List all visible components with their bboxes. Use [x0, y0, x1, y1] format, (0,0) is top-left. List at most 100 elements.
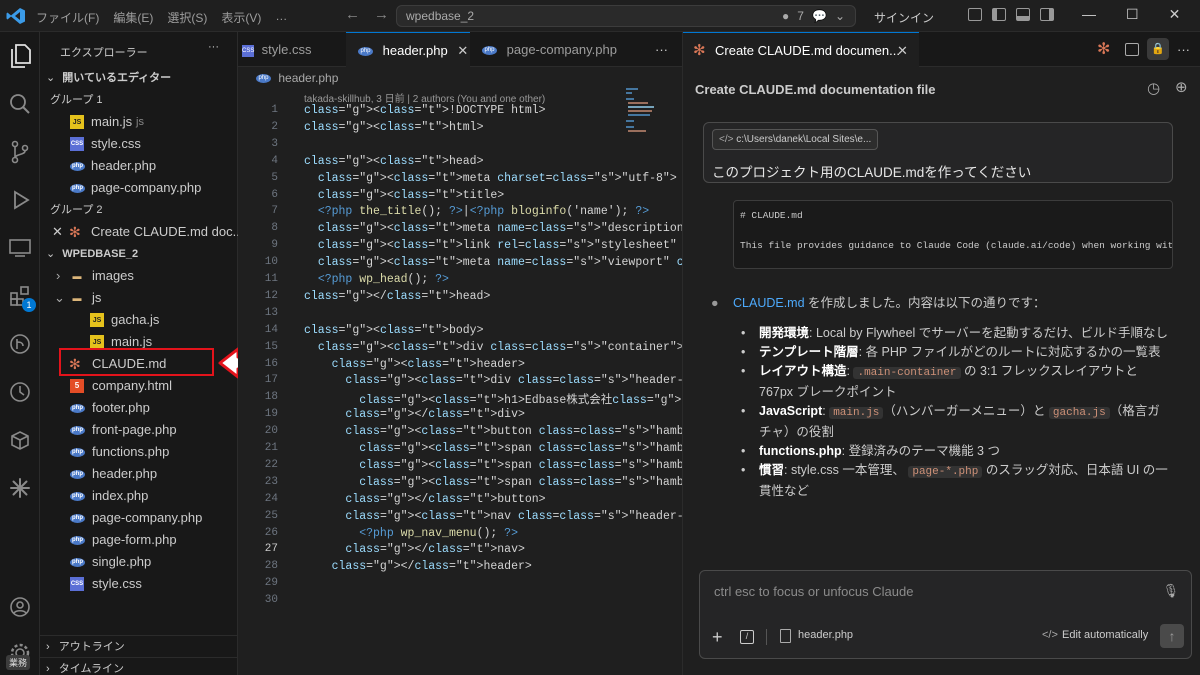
timeline-clock-icon[interactable] [6, 378, 34, 406]
manage-gear-icon[interactable]: 業務 [6, 639, 34, 670]
containers-icon[interactable] [6, 426, 34, 454]
code-line[interactable]: <?php the_title(); ?>|<?php bloginfo('na… [304, 205, 649, 218]
open-editor-label: page-company.php [91, 180, 202, 195]
remote-explorer-icon[interactable] [6, 234, 34, 262]
code-line[interactable]: class="g"></class="t">header> [304, 560, 532, 573]
forward-arrow-icon[interactable]: → [374, 6, 389, 23]
tree-file-front-page-php[interactable]: php front-page.php [40, 419, 237, 441]
tree-file-gacha-js[interactable]: JS gacha.js [40, 309, 237, 331]
send-button[interactable]: ↑ [1160, 624, 1184, 648]
open-editor-style-css[interactable]: CSS style.css [40, 133, 237, 155]
chat-input-box[interactable]: ctrl esc to focus or unfocus Claude 🎙 + … [699, 570, 1192, 659]
customize-layout-icon[interactable] [968, 8, 982, 21]
tree-file-style-css[interactable]: CSS style.css [40, 573, 237, 595]
code-line[interactable]: class="g"><class="t">!DOCTYPE html> [304, 104, 546, 117]
git-blame-lens[interactable]: takada-skillhub, 3 日前 | 2 authors (You a… [304, 90, 545, 105]
code-line[interactable]: class="g"><class="t">meta charset=class=… [304, 172, 677, 185]
close-icon[interactable]: ✕ [897, 33, 908, 68]
toggle-primary-sidebar-icon[interactable] [992, 8, 1006, 21]
account-icon[interactable] [6, 593, 34, 621]
lock-icon[interactable]: 🔒 [1147, 38, 1169, 60]
open-editor-claude-chat[interactable]: ✕ ✻ Create CLAUDE.md doc... [40, 221, 243, 243]
code-line[interactable]: class="g"><class="t">div class=class="s"… [304, 341, 684, 354]
open-editor-main-js[interactable]: JS main.js js [40, 111, 237, 133]
slash-command-icon[interactable]: / [740, 630, 754, 644]
tab-header-php[interactable]: php header.php ✕ [346, 32, 470, 67]
file-preview-box[interactable]: # CLAUDE.md This file provides guidance … [733, 200, 1173, 269]
close-window-icon[interactable]: ✕ [1169, 6, 1181, 23]
chat-input-placeholder[interactable]: ctrl esc to focus or unfocus Claude [714, 584, 913, 599]
tree-file-footer-php[interactable]: php footer.php [40, 397, 237, 419]
code-line[interactable]: class="g"></class="t">button> [304, 493, 545, 506]
tree-file-functions-php[interactable]: php functions.php [40, 441, 237, 463]
timeline-section[interactable]: › タイムライン [40, 657, 238, 675]
tree-file-index-php[interactable]: php index.php [40, 485, 237, 507]
tree-file-header-php[interactable]: php header.php [40, 463, 237, 485]
code-line[interactable]: class="g"><class="t">header> [304, 358, 525, 371]
mode-label[interactable]: Edit automatically [1062, 629, 1148, 641]
code-line[interactable]: class="g"><class="t">head> [304, 155, 483, 168]
code-line[interactable]: class="g"><class="t">body> [304, 324, 483, 337]
extensions-icon[interactable]: 1 [6, 282, 36, 312]
command-center-search[interactable]: wpedbase_2 ● 7 💬 ⌄ [396, 5, 856, 27]
menu-view[interactable]: 表示(V) [221, 9, 261, 26]
tree-file-page-form-php[interactable]: php page-form.php [40, 529, 237, 551]
minimap[interactable] [626, 86, 654, 136]
tab-page-company-php[interactable]: php page-company.php [470, 32, 620, 67]
tree-file-company-html[interactable]: 5 company.html [40, 375, 237, 397]
tree-folder-js[interactable]: ⌄ ▬ js [40, 287, 237, 309]
chat-toggle-icon[interactable]: 💬 [812, 9, 827, 23]
attached-file-label[interactable]: header.php [798, 629, 853, 641]
code-line[interactable]: class="g"></class="t">div> [304, 408, 524, 421]
split-editor-icon[interactable] [1125, 43, 1139, 56]
menu-file[interactable]: ファイル(F) [36, 9, 99, 26]
tree-folder-images[interactable]: › ▬ images [40, 265, 237, 287]
tree-file-page-company-php[interactable]: php page-company.php [40, 507, 237, 529]
history-icon[interactable]: ◷ [1147, 79, 1160, 97]
more-actions-icon[interactable]: ··· [1177, 42, 1190, 57]
back-arrow-icon[interactable]: ← [345, 6, 360, 23]
open-editor-header-php[interactable]: php header.php [40, 155, 237, 177]
open-editors-section[interactable]: ⌄ 開いているエディター [40, 67, 237, 89]
chevron-down-icon[interactable]: ⌄ [835, 9, 845, 23]
toggle-secondary-sidebar-icon[interactable] [1040, 8, 1054, 21]
run-debug-icon[interactable] [6, 186, 34, 214]
tree-file-single-php[interactable]: php single.php [40, 551, 237, 573]
signin-button[interactable]: サインイン [874, 9, 934, 26]
bullet-text: : Local by Flywheel でサーバーを起動するだけ、ビルド手順なし [809, 326, 1169, 340]
code-line[interactable]: <?php wp_head(); ?> [304, 273, 449, 286]
more-actions-icon[interactable]: ··· [655, 42, 668, 57]
minimize-icon[interactable]: — [1082, 6, 1096, 23]
menu-more[interactable]: … [275, 9, 287, 26]
microphone-icon[interactable]: 🎙 [1162, 583, 1179, 599]
claude-icon[interactable] [6, 474, 34, 502]
toggle-panel-icon[interactable] [1016, 8, 1030, 21]
breadcrumb[interactable]: php header.php [238, 67, 682, 89]
close-icon[interactable]: ✕ [457, 43, 468, 58]
claude-spark-icon[interactable]: ✻ [1097, 39, 1110, 59]
code-line[interactable]: class="g"><class="t">title> [304, 189, 504, 202]
tab-style-css[interactable]: CSS style.css [238, 32, 346, 67]
add-context-icon[interactable]: + [712, 627, 723, 648]
close-icon[interactable]: ✕ [52, 221, 63, 243]
search-icon[interactable] [6, 90, 34, 118]
code-line[interactable]: class="g"></class="t">head> [304, 290, 490, 303]
outline-section[interactable]: › アウトライン [40, 635, 238, 657]
code-line[interactable]: class="g"><class="t">div class=class="s"… [304, 374, 725, 387]
source-control-icon[interactable] [6, 138, 34, 166]
maximize-icon[interactable]: ☐ [1126, 6, 1139, 23]
menu-edit[interactable]: 編集(E) [113, 9, 153, 26]
code-line[interactable]: class="g"><class="t">html> [304, 121, 483, 134]
git-graph-icon[interactable] [6, 330, 34, 358]
tab-claude-chat[interactable]: ✻ Create CLAUDE.md documen... ✕ [683, 32, 919, 67]
response-file-link[interactable]: CLAUDE.md [733, 296, 805, 310]
code-line[interactable]: class="g"></class="t">nav> [304, 543, 524, 556]
project-section[interactable]: ⌄ WPEDBASE_2 [40, 243, 237, 265]
new-chat-icon[interactable]: ⊕ [1175, 78, 1188, 96]
explorer-icon[interactable] [6, 42, 34, 70]
context-path-chip[interactable]: </> c:\Users\danek\Local Sites\e... [712, 129, 879, 150]
code-line[interactable]: <?php wp_nav_menu(); ?> [304, 527, 518, 540]
open-editor-page-company-php[interactable]: php page-company.php [40, 177, 237, 199]
menu-selection[interactable]: 選択(S) [167, 9, 207, 26]
more-actions-icon[interactable]: ··· [208, 41, 219, 53]
